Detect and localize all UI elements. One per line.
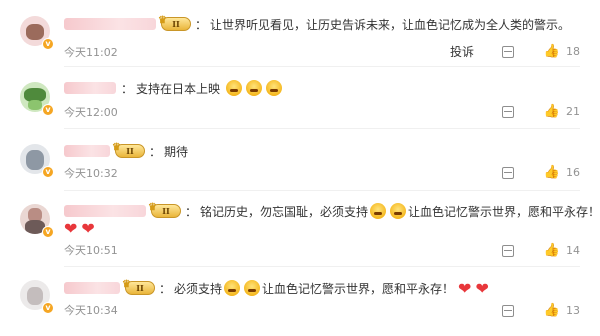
verified-badge-icon: v <box>42 104 54 116</box>
heart-emoji: ❤ <box>475 278 489 298</box>
verified-badge-icon: v <box>42 38 54 50</box>
user-level-badge: ♛ II <box>112 142 145 158</box>
user-level-badge: ♛ II <box>158 15 191 31</box>
crying-emoji <box>390 203 407 219</box>
thumbs-up-icon[interactable]: 👍 <box>544 104 560 119</box>
like-count: 16 <box>566 166 580 179</box>
crying-emoji <box>226 80 243 96</box>
report-button[interactable]: 投诉 <box>450 43 474 60</box>
reply-icon[interactable] <box>501 304 514 317</box>
username-blurred[interactable] <box>64 282 120 294</box>
thumbs-up-icon[interactable]: 👍 <box>544 44 560 59</box>
crying-emoji <box>266 80 283 96</box>
username-blurred[interactable] <box>64 82 116 94</box>
thumbs-up-icon[interactable]: 👍 <box>544 303 560 318</box>
thumbs-up-icon[interactable]: 👍 <box>544 243 560 258</box>
verified-badge-icon: v <box>42 226 54 238</box>
divider <box>64 66 580 67</box>
crown-icon: ♛ <box>148 202 157 213</box>
user-level-badge: ♛ II <box>122 279 155 295</box>
like-count: 18 <box>566 45 580 58</box>
heart-emoji: ❤ <box>458 278 472 298</box>
comment-time: 今天12:00 <box>64 106 118 119</box>
verified-badge-icon: v <box>42 302 54 314</box>
divider <box>64 190 580 191</box>
reply-icon[interactable] <box>501 45 514 58</box>
comment-time: 今天11:02 <box>64 46 118 59</box>
heart-emoji: ❤ <box>81 219 95 238</box>
thumbs-up-icon[interactable]: 👍 <box>544 165 560 180</box>
comment-time: 今天10:51 <box>64 244 118 257</box>
username-blurred[interactable] <box>64 205 146 217</box>
comment-time: 今天10:32 <box>64 167 118 180</box>
comment-time: 今天10:34 <box>64 304 118 317</box>
crying-emoji <box>246 80 263 96</box>
divider <box>64 266 580 267</box>
like-count: 21 <box>566 105 580 118</box>
crown-icon: ♛ <box>112 142 121 153</box>
crown-icon: ♛ <box>122 279 131 290</box>
reply-icon[interactable] <box>501 105 514 118</box>
comment-text: 铭记历史，勿忘国耻，必须支持 <box>200 204 369 219</box>
user-level-badge: ♛ II <box>148 202 181 218</box>
reply-icon[interactable] <box>501 166 514 179</box>
comment-text: 期待 <box>164 144 189 159</box>
crown-icon: ♛ <box>158 15 167 26</box>
divider <box>64 128 580 129</box>
crying-emoji <box>370 203 387 219</box>
like-count: 13 <box>566 304 580 317</box>
comment-text-continued: 让血色记忆警示世界，愿和平永存！ <box>262 281 455 296</box>
like-count: 14 <box>566 244 580 257</box>
comment-text: 让世界听见看见，让历史告诉未来，让血色记忆成为全人类的警示。 <box>210 17 571 32</box>
comment-text: 支持在日本上映 <box>136 81 221 96</box>
crying-emoji <box>244 280 261 296</box>
username-blurred[interactable] <box>64 145 110 157</box>
reply-icon[interactable] <box>501 244 514 257</box>
comment-text: 必须支持 <box>174 281 223 296</box>
comment-hearts: ❤ ❤ <box>62 219 97 238</box>
crying-emoji <box>224 280 241 296</box>
username-blurred[interactable] <box>64 18 156 30</box>
comment-text-continued: 让血色记忆警示世界，愿和平永存！ <box>408 204 600 219</box>
heart-emoji: ❤ <box>64 219 78 238</box>
verified-badge-icon: v <box>42 166 54 178</box>
